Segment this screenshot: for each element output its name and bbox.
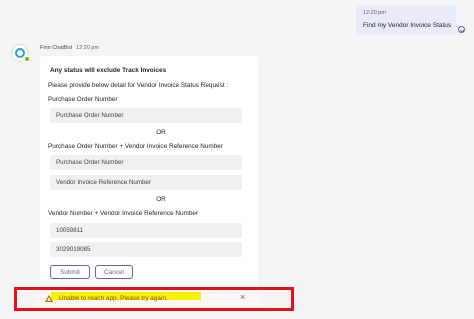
online-status-icon: [24, 56, 30, 62]
po-number-input[interactable]: Purchase Order Number: [50, 155, 242, 170]
purchase-order-number-placeholder: Purchase Order Number: [56, 112, 124, 119]
or-separator: OR: [156, 196, 166, 203]
adaptive-card: Any status will exclude Track Invoices P…: [40, 56, 258, 288]
invoice-reference-number-input[interactable]: 3029019085: [50, 242, 242, 257]
user-message-time: 12:20 pm: [363, 10, 386, 16]
option2-label: Purchase Order Number + Vendor Invoice R…: [48, 143, 223, 150]
bot-avatar-icon[interactable]: [11, 44, 30, 62]
submit-button[interactable]: Submit: [50, 265, 90, 279]
card-instruction: Please provide below detail for Vendor I…: [48, 82, 229, 89]
close-icon[interactable]: ×: [240, 293, 245, 302]
cancel-button[interactable]: Cancel: [95, 265, 133, 279]
warning-icon: [45, 295, 53, 302]
error-message: Unable to reach app. Please try again.: [59, 295, 168, 302]
or-separator: OR: [156, 129, 166, 136]
bot-message-time: 12:20 pm: [76, 45, 100, 51]
error-notification: Unable to reach app. Please try again. ×: [34, 290, 262, 307]
invoice-reference-number-value: 3029019085: [56, 246, 91, 253]
purchase-order-number-input[interactable]: Purchase Order Number: [50, 108, 242, 123]
vendor-invoice-reference-input[interactable]: Vendor Invoice Reference Number: [50, 175, 242, 190]
vendor-number-input[interactable]: 10059811: [50, 223, 242, 238]
bot-name: Finn ChatBot: [40, 45, 73, 51]
user-message-bubble: 12:20 pm Find my Vendor Invoice Status: [356, 5, 456, 35]
sent-check-icon: [458, 26, 465, 33]
vendor-invoice-reference-placeholder: Vendor Invoice Reference Number: [56, 179, 151, 186]
user-message-text: Find my Vendor Invoice Status: [363, 22, 452, 29]
po-number-placeholder: Purchase Order Number: [56, 159, 124, 166]
option1-label: Purchase Order Number: [48, 96, 118, 103]
bot-message-header: Finn ChatBot 12:20 pm: [40, 45, 99, 51]
card-heading: Any status will exclude Track Invoices: [50, 67, 167, 74]
vendor-number-value: 10059811: [56, 227, 84, 234]
option3-label: Vendor Number + Vendor Invoice Reference…: [48, 210, 199, 217]
